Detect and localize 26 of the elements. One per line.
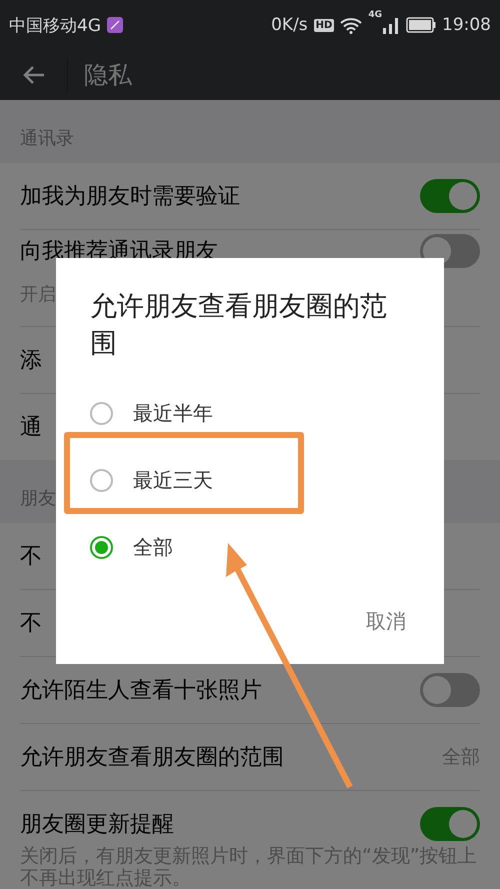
carrier-name: 中国移动4G	[9, 14, 101, 36]
radio-option[interactable]: 最近半年	[90, 380, 410, 447]
row-label: 添	[20, 347, 42, 375]
battery-icon	[406, 17, 436, 33]
network-speed: 0K/s	[271, 15, 308, 35]
wifi-icon	[340, 16, 362, 34]
app-notification-icon	[107, 17, 123, 33]
row-label: 不	[20, 543, 42, 571]
back-arrow-icon	[22, 65, 46, 85]
network-type: 4G	[368, 10, 382, 20]
row-label: 朋友圈更新提醒	[20, 811, 174, 839]
hd-badge: HD	[314, 18, 334, 32]
toggle-switch[interactable]	[420, 807, 480, 841]
row-label: 允许朋友查看朋友圈的范围	[20, 744, 284, 772]
row-label: 不	[20, 610, 42, 638]
row-label: 允许陌生人查看十张照片	[20, 677, 262, 705]
signal-icon	[382, 16, 400, 34]
page-title: 隐私	[84, 60, 132, 91]
row-label: 通	[20, 414, 42, 442]
row-label: 加我为朋友时需要验证	[20, 183, 240, 211]
toggle-switch[interactable]	[420, 179, 480, 213]
radio-option[interactable]: 全部	[90, 514, 410, 581]
toggle-switch[interactable]	[420, 673, 480, 707]
clock-time: 19:08	[442, 15, 491, 35]
cancel-button[interactable]: 取消	[360, 607, 412, 636]
dialog-title: 允许朋友查看朋友圈的范围	[90, 290, 388, 361]
